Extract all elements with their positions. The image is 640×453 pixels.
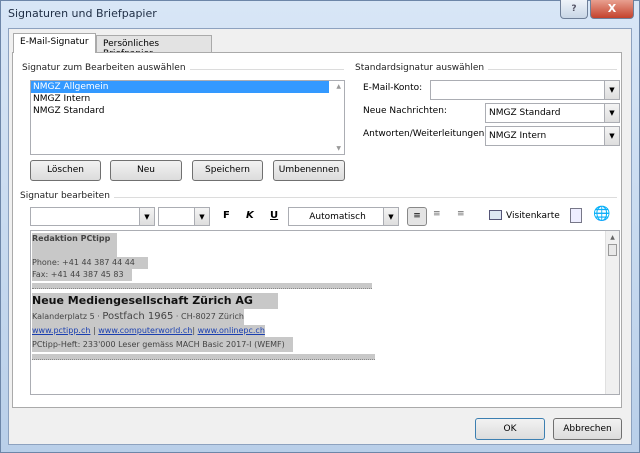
italic-button[interactable]: K [246,210,254,221]
chevron-down-icon[interactable]: ▼ [604,127,619,145]
signature-list[interactable]: NMGZ Allgemein NMGZ Intern NMGZ Standard… [30,80,345,155]
link-pctipp[interactable]: www.pctipp.ch [32,326,90,335]
font-color-combo[interactable]: Automatisch ▼ [288,207,399,226]
new-messages-combo[interactable]: NMGZ Standard ▼ [485,103,620,123]
underline-button[interactable]: U [270,210,278,221]
insert-picture-icon[interactable] [570,208,582,223]
chevron-down-icon[interactable]: ▼ [194,208,209,225]
help-button[interactable]: ? [560,0,588,19]
scroll-up-icon[interactable]: ▲ [336,83,341,90]
select-signature-label: Signatur zum Bearbeiten auswählen [22,63,190,73]
close-button[interactable]: X [590,0,634,19]
business-card-icon[interactable] [489,210,502,220]
edit-signature-label: Signatur bearbeiten [20,191,114,201]
delete-button[interactable]: Löschen [30,160,101,181]
list-item[interactable]: NMGZ Intern [31,93,344,105]
list-item[interactable]: NMGZ Allgemein [31,81,329,93]
list-item[interactable]: NMGZ Standard [31,105,344,117]
chevron-down-icon[interactable]: ▼ [383,208,398,225]
chevron-down-icon[interactable]: ▼ [604,104,619,122]
business-card-button[interactable]: Visitenkarte [506,211,560,221]
save-button[interactable]: Speichern [192,160,263,181]
hyperlink-globe-icon[interactable]: 🌐 [593,206,610,222]
cancel-button[interactable]: Abbrechen [553,418,622,440]
new-messages-label: Neue Nachrichten: [363,106,447,116]
default-signature-label: Standardsignatur auswählen [355,63,489,73]
account-label: E-Mail-Konto: [363,83,423,93]
replies-label: Antworten/Weiterleitungen: [363,129,488,139]
scrollbar[interactable]: ▲ [605,231,619,394]
replies-combo[interactable]: NMGZ Intern ▼ [485,126,620,146]
new-button[interactable]: Neu [110,160,182,181]
account-combo[interactable]: ▼ [430,80,620,100]
ok-button[interactable]: OK [475,418,545,440]
link-computerworld[interactable]: www.computerworld.ch [98,326,192,335]
chevron-down-icon[interactable]: ▼ [604,81,619,99]
scroll-down-icon[interactable]: ▼ [336,145,341,152]
align-right-icon[interactable]: ≡ [457,209,465,219]
align-center-icon[interactable]: ≡ [433,209,441,219]
align-left-icon[interactable]: ≡ [407,207,427,226]
rename-button[interactable]: Umbenennen [273,160,345,181]
window-title: Signaturen und Briefpapier [8,7,157,20]
tab-personal-stationery[interactable]: Persönliches Briefpapier [96,35,212,59]
tab-email-signature[interactable]: E-Mail-Signatur [13,33,96,53]
link-onlinepc[interactable]: www.onlinepc.ch [198,326,265,335]
font-size-combo[interactable]: ▼ [158,207,210,226]
bold-button[interactable]: F [223,210,230,221]
chevron-down-icon[interactable]: ▼ [139,208,154,225]
font-combo[interactable]: ▼ [30,207,155,226]
signature-editor[interactable]: ▲ Redaktion PCtipp Phone: +41 44 387 44 … [30,230,620,395]
